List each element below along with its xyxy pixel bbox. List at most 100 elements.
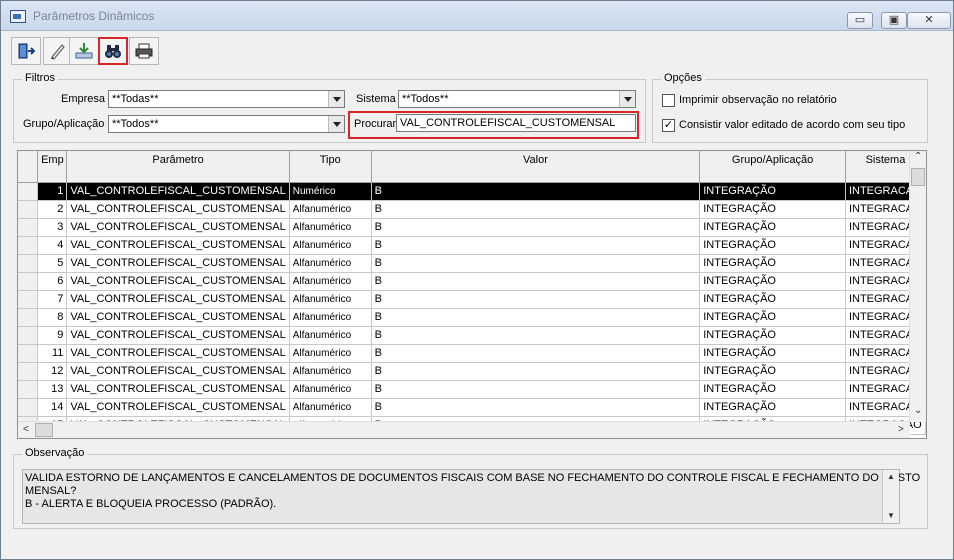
- table-row[interactable]: 9 VAL_CONTROLEFISCAL_CUSTOMENSAL Alfanumér…: [18, 326, 926, 345]
- cell-tipo[interactable]: Alfanumérico: [289, 218, 372, 237]
- cell-tipo[interactable]: Alfanumérico: [289, 272, 372, 291]
- grupo-select[interactable]: **Todos**: [108, 115, 345, 133]
- cell-tipo[interactable]: Alfanumérico: [289, 290, 372, 309]
- cell-parametro[interactable]: VAL_CONTROLEFISCAL_CUSTOMENSAL: [66, 236, 290, 255]
- col-header-grupo[interactable]: Grupo/Aplicação: [699, 151, 846, 183]
- scroll-down-icon[interactable]: ▼: [887, 511, 895, 520]
- exit-button[interactable]: [11, 37, 41, 65]
- cell-parametro[interactable]: VAL_CONTROLEFISCAL_CUSTOMENSAL: [66, 200, 290, 219]
- cell-emp[interactable]: 7: [37, 290, 68, 309]
- table-row[interactable]: 13 VAL_CONTROLEFISCAL_CUSTOMENSAL Alfanumé…: [18, 380, 926, 399]
- row-header[interactable]: [18, 290, 39, 309]
- row-header[interactable]: [18, 236, 39, 255]
- cell-parametro[interactable]: VAL_CONTROLEFISCAL_CUSTOMENSAL: [66, 362, 290, 381]
- cell-valor[interactable]: B: [371, 326, 701, 345]
- cell-grupo[interactable]: INTEGRAÇÃO: [699, 254, 846, 273]
- cell-valor[interactable]: B: [371, 380, 701, 399]
- sistema-select[interactable]: **Todos**: [398, 90, 636, 108]
- cell-parametro[interactable]: VAL_CONTROLEFISCAL_CUSTOMENSAL: [66, 218, 290, 237]
- scroll-up-icon[interactable]: ▲: [887, 472, 895, 481]
- cell-parametro[interactable]: VAL_CONTROLEFISCAL_CUSTOMENSAL: [66, 272, 290, 291]
- table-row[interactable]: 12 VAL_CONTROLEFISCAL_CUSTOMENSAL Alfanumé…: [18, 362, 926, 381]
- row-header[interactable]: [18, 182, 39, 201]
- row-header[interactable]: [18, 272, 39, 291]
- minimize-button[interactable]: ▭: [847, 12, 873, 29]
- table-row[interactable]: 8 VAL_CONTROLEFISCAL_CUSTOMENSAL Alfanumér…: [18, 308, 926, 327]
- grid-horizontal-scrollbar[interactable]: < >: [18, 421, 910, 438]
- col-header-parametro[interactable]: Parâmetro: [66, 151, 290, 183]
- col-header-tipo[interactable]: Tipo: [289, 151, 372, 183]
- cell-parametro[interactable]: VAL_CONTROLEFISCAL_CUSTOMENSAL: [66, 308, 290, 327]
- cell-valor[interactable]: B: [371, 362, 701, 381]
- grid-vertical-scrollbar[interactable]: ⌃ ⌄: [909, 151, 926, 422]
- cell-grupo[interactable]: INTEGRAÇÃO: [699, 218, 846, 237]
- cell-tipo[interactable]: Alfanumérico: [289, 344, 372, 363]
- cell-valor[interactable]: B: [371, 272, 701, 291]
- cell-tipo[interactable]: Alfanumérico: [289, 200, 372, 219]
- cell-emp[interactable]: 14: [37, 398, 68, 417]
- cell-parametro[interactable]: VAL_CONTROLEFISCAL_CUSTOMENSAL: [66, 182, 290, 201]
- table-row[interactable]: 1 VAL_CONTROLEFISCAL_CUSTOMENSAL Numérico B…: [18, 182, 926, 201]
- cell-valor[interactable]: B: [371, 344, 701, 363]
- cell-grupo[interactable]: INTEGRAÇÃO: [699, 290, 846, 309]
- cell-emp[interactable]: 12: [37, 362, 68, 381]
- cell-tipo[interactable]: Alfanumérico: [289, 236, 372, 255]
- cell-valor[interactable]: B: [371, 236, 701, 255]
- table-row[interactable]: 11 VAL_CONTROLEFISCAL_CUSTOMENSAL Alfanumé…: [18, 344, 926, 363]
- cell-grupo[interactable]: INTEGRAÇÃO: [699, 200, 846, 219]
- cell-emp[interactable]: 1: [37, 182, 68, 201]
- table-row[interactable]: 7 VAL_CONTROLEFISCAL_CUSTOMENSAL Alfanumér…: [18, 290, 926, 309]
- cell-grupo[interactable]: INTEGRAÇÃO: [699, 398, 846, 417]
- cell-tipo[interactable]: Alfanumérico: [289, 326, 372, 345]
- scroll-thumb[interactable]: [35, 423, 53, 437]
- cell-tipo[interactable]: Alfanumérico: [289, 362, 372, 381]
- export-button[interactable]: [69, 37, 99, 65]
- cell-grupo[interactable]: INTEGRAÇÃO: [699, 344, 846, 363]
- cell-emp[interactable]: 9: [37, 326, 68, 345]
- scroll-down-icon[interactable]: ⌄: [914, 405, 922, 416]
- chevron-down-icon[interactable]: [328, 116, 344, 132]
- chevron-down-icon[interactable]: [328, 91, 344, 107]
- row-header[interactable]: [18, 254, 39, 273]
- table-row[interactable]: 4 VAL_CONTROLEFISCAL_CUSTOMENSAL Alfanumér…: [18, 236, 926, 255]
- observation-textarea[interactable]: VALIDA ESTORNO DE LANÇAMENTOS E CANCELAM…: [22, 469, 920, 524]
- cell-grupo[interactable]: INTEGRAÇÃO: [699, 380, 846, 399]
- table-row[interactable]: 5 VAL_CONTROLEFISCAL_CUSTOMENSAL Alfanumér…: [18, 254, 926, 273]
- col-header-valor[interactable]: Valor: [371, 151, 701, 183]
- cell-grupo[interactable]: INTEGRAÇÃO: [699, 272, 846, 291]
- cell-tipo[interactable]: Alfanumérico: [289, 398, 372, 417]
- cell-valor[interactable]: B: [371, 182, 701, 201]
- cell-grupo[interactable]: INTEGRAÇÃO: [699, 182, 846, 201]
- cell-grupo[interactable]: INTEGRAÇÃO: [699, 326, 846, 345]
- cell-grupo[interactable]: INTEGRAÇÃO: [699, 236, 846, 255]
- validate-type-checkbox[interactable]: ✓: [662, 119, 675, 132]
- cell-valor[interactable]: B: [371, 254, 701, 273]
- print-observation-checkbox[interactable]: [662, 94, 675, 107]
- cell-tipo[interactable]: Numérico: [289, 182, 372, 201]
- scroll-left-icon[interactable]: <: [23, 424, 29, 435]
- close-button[interactable]: ✕: [907, 12, 951, 29]
- cell-emp[interactable]: 6: [37, 272, 68, 291]
- table-row[interactable]: 6 VAL_CONTROLEFISCAL_CUSTOMENSAL Alfanumér…: [18, 272, 926, 291]
- find-button[interactable]: [98, 37, 128, 65]
- col-header-emp[interactable]: Emp: [37, 151, 68, 183]
- row-header[interactable]: [18, 362, 39, 381]
- cell-parametro[interactable]: VAL_CONTROLEFISCAL_CUSTOMENSAL: [66, 380, 290, 399]
- observation-scrollbar[interactable]: ▲ ▼: [882, 470, 899, 523]
- cell-emp[interactable]: 13: [37, 380, 68, 399]
- cell-parametro[interactable]: VAL_CONTROLEFISCAL_CUSTOMENSAL: [66, 326, 290, 345]
- cell-parametro[interactable]: VAL_CONTROLEFISCAL_CUSTOMENSAL: [66, 344, 290, 363]
- cell-parametro[interactable]: VAL_CONTROLEFISCAL_CUSTOMENSAL: [66, 254, 290, 273]
- cell-emp[interactable]: 5: [37, 254, 68, 273]
- cell-emp[interactable]: 2: [37, 200, 68, 219]
- cell-valor[interactable]: B: [371, 308, 701, 327]
- table-row[interactable]: 14 VAL_CONTROLEFISCAL_CUSTOMENSAL Alfanumé…: [18, 398, 926, 417]
- cell-emp[interactable]: 3: [37, 218, 68, 237]
- row-header[interactable]: [18, 200, 39, 219]
- scroll-up-icon[interactable]: ⌃: [914, 151, 922, 162]
- cell-valor[interactable]: B: [371, 200, 701, 219]
- cell-grupo[interactable]: INTEGRAÇÃO: [699, 362, 846, 381]
- cell-valor[interactable]: B: [371, 398, 701, 417]
- row-header[interactable]: [18, 380, 39, 399]
- cell-parametro[interactable]: VAL_CONTROLEFISCAL_CUSTOMENSAL: [66, 290, 290, 309]
